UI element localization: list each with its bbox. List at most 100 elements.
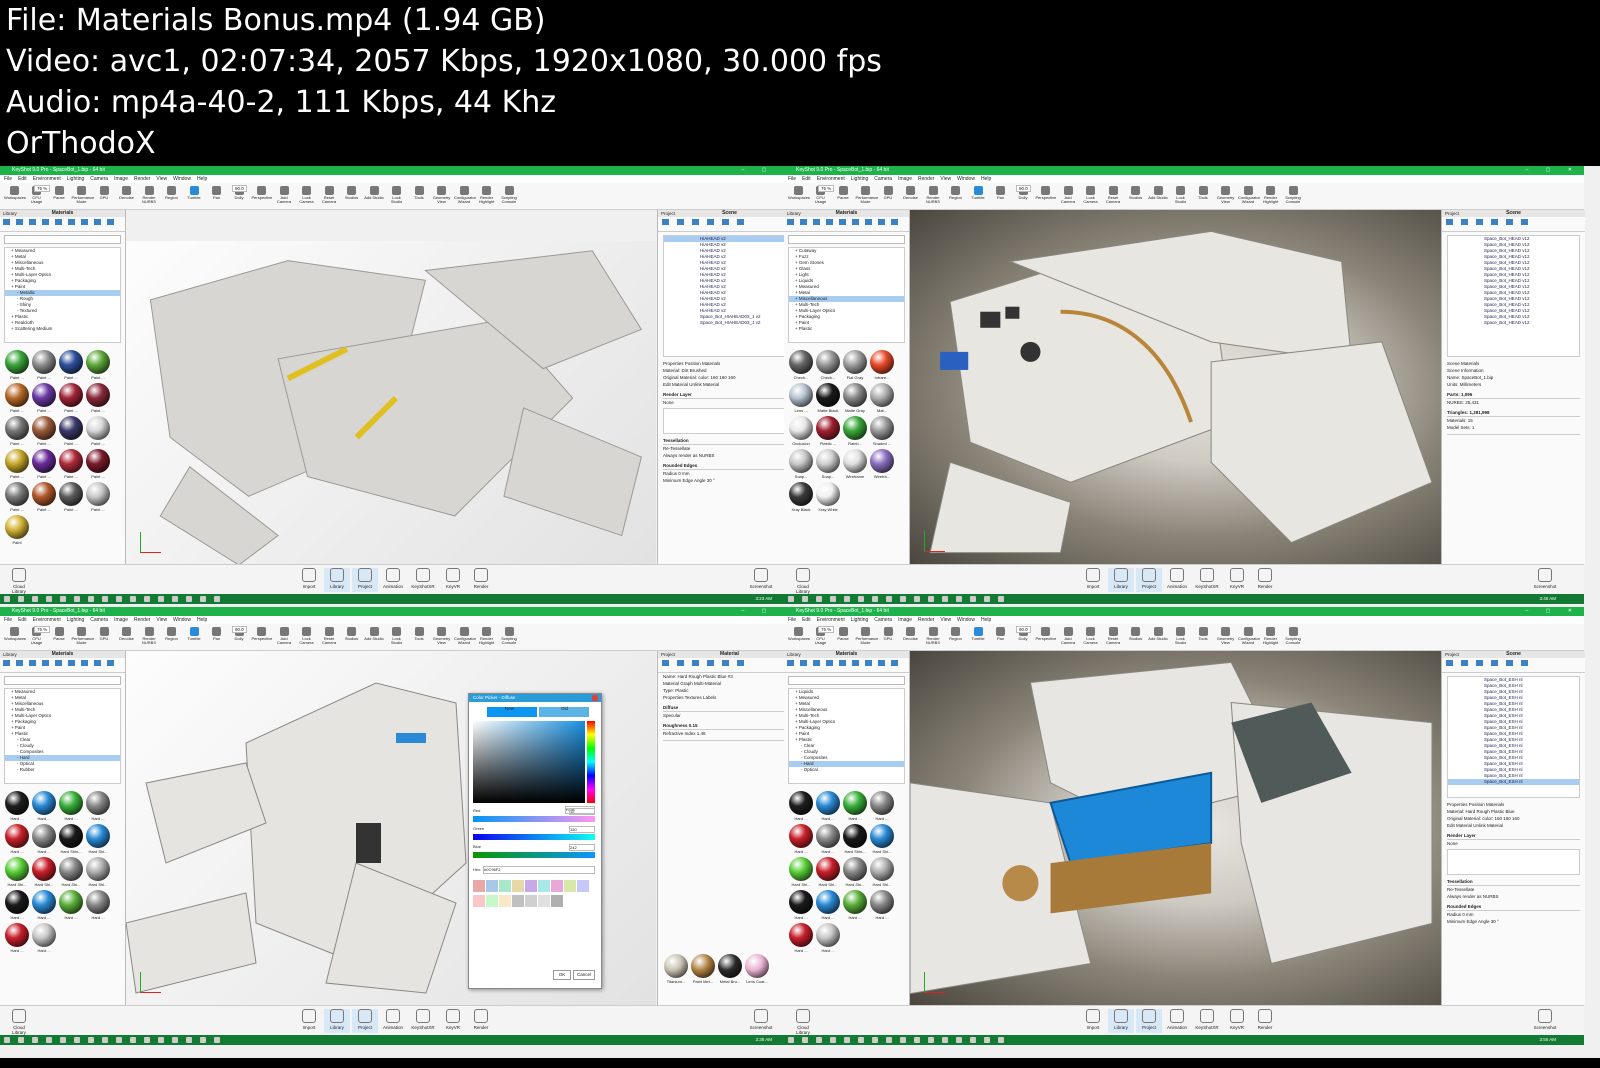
taskbar-app-icon[interactable] xyxy=(942,596,948,602)
ribbon-button-render[interactable]: Render xyxy=(468,568,494,589)
palette-swatch[interactable] xyxy=(473,880,485,892)
toolbar-button-geometry-view[interactable]: Geometry View xyxy=(1216,626,1236,648)
toolbar-button-tumble[interactable]: Tumble xyxy=(184,626,204,648)
project-tab-icon[interactable] xyxy=(707,660,714,666)
project-tab-icon[interactable] xyxy=(1491,660,1498,666)
menu-item-environment[interactable]: Environment xyxy=(33,617,61,623)
library-tab-icon[interactable] xyxy=(55,219,62,225)
palette-swatch[interactable] xyxy=(486,895,498,907)
library-tab-icon[interactable] xyxy=(826,660,833,666)
library-tab-icon[interactable] xyxy=(878,660,885,666)
taskbar-app-icon[interactable] xyxy=(200,596,206,602)
palette-swatch[interactable] xyxy=(512,895,524,907)
toolbar-button-add-studio[interactable]: Add Studio xyxy=(1148,626,1168,648)
project-tab-icon[interactable] xyxy=(1521,219,1528,225)
radius-field[interactable]: Radius 0 mm xyxy=(1447,911,1580,918)
material-swatch[interactable]: Matte Black xyxy=(815,382,841,414)
toolbar-button-tools[interactable]: Tools xyxy=(409,185,429,207)
zoom-field[interactable]: 75 % xyxy=(818,626,835,633)
props-tabs[interactable]: Name: Hard Rough Plastic Blue #3 xyxy=(663,673,796,680)
blue-value-field[interactable]: 242 xyxy=(569,844,595,851)
library-tab-icon[interactable] xyxy=(42,219,49,225)
material-swatch[interactable]: Paint ... xyxy=(31,382,57,414)
material-swatch[interactable]: Wireframe xyxy=(842,448,868,480)
taskbar-app-icon[interactable] xyxy=(32,1037,38,1043)
material-swatch[interactable]: Hard ... xyxy=(842,790,868,822)
material-swatch[interactable]: Paint ... xyxy=(85,481,111,513)
render-viewport[interactable] xyxy=(910,210,1442,564)
toolbar-button-performance-mode[interactable]: Performance Mode xyxy=(856,185,878,207)
toolbar-button-add-studio[interactable]: Add Studio xyxy=(364,626,384,648)
library-tab-icon[interactable] xyxy=(3,219,10,225)
toolbar-button-pause[interactable]: Pause xyxy=(49,185,69,207)
material-swatch[interactable]: Hard Shi... xyxy=(4,856,30,888)
menu-item-file[interactable]: File xyxy=(788,617,796,623)
library-tab-icon[interactable] xyxy=(852,219,859,225)
project-tab-icon[interactable] xyxy=(662,219,669,225)
scene-tree-item[interactable]: Space_Bot_HIAHEAD03_1 v2 xyxy=(664,320,795,326)
taskbar-app-icon[interactable] xyxy=(102,1037,108,1043)
toolbar-button-gpu[interactable]: GPU xyxy=(878,185,898,207)
toolbar-button-performance-mode[interactable]: Performance Mode xyxy=(72,626,94,648)
library-tab-icon[interactable] xyxy=(3,660,10,666)
render-layer-none[interactable]: None xyxy=(1447,840,1580,847)
project-tab-icon[interactable] xyxy=(707,219,714,225)
taskbar-app-icon[interactable] xyxy=(200,1037,206,1043)
ribbon-button-animation[interactable]: Animation xyxy=(1164,1009,1190,1030)
taskbar-app-icon[interactable] xyxy=(928,1037,934,1043)
taskbar-app-icon[interactable] xyxy=(984,1037,990,1043)
ribbon-button-project[interactable]: Project xyxy=(1136,1009,1162,1033)
cancel-button[interactable]: Cancel xyxy=(573,970,595,980)
toolbar-button-geometry-view[interactable]: Geometry View xyxy=(432,185,452,207)
ribbon-button-animation[interactable]: Animation xyxy=(380,568,406,589)
material-swatch[interactable]: Hard ... xyxy=(4,922,30,954)
ribbon-button-keyshotxr[interactable]: KeyShotXR xyxy=(410,1009,436,1030)
ribbon-button-library[interactable]: Library xyxy=(324,568,350,592)
menu-item-lighting[interactable]: Lighting xyxy=(67,617,85,623)
material-swatch[interactable]: Matte Gray xyxy=(842,382,868,414)
toolbar-button-tumble[interactable]: Tumble xyxy=(184,185,204,207)
material-swatch[interactable]: Wirefra... xyxy=(869,448,895,480)
menu-item-help[interactable]: Help xyxy=(981,176,991,182)
library-tab-icon[interactable] xyxy=(107,219,114,225)
taskbar-app-icon[interactable] xyxy=(214,596,220,602)
ribbon-button-render[interactable]: Render xyxy=(1252,568,1278,589)
project-tab-icon[interactable] xyxy=(1506,219,1513,225)
library-tab-icon[interactable] xyxy=(787,660,794,666)
scene-tree-item[interactable]: Space_Bot_HEAD v12 xyxy=(1448,320,1579,326)
menu-item-camera[interactable]: Camera xyxy=(90,176,108,182)
always-nurbs-checkbox[interactable]: Always render as NURBS xyxy=(663,452,796,459)
toolbar-button-reset-camera[interactable]: Reset Camera xyxy=(1103,626,1123,648)
toolbar-button-tumble[interactable]: Tumble xyxy=(968,626,988,648)
retessellate-button[interactable]: Materials: 15 xyxy=(1447,417,1580,424)
retessellate-button[interactable]: Refractive Index 1.46 xyxy=(663,730,796,737)
ribbon-button-import[interactable]: Import xyxy=(1080,568,1106,589)
toolbar-button-pan[interactable]: Pan xyxy=(991,626,1011,648)
toolbar-button-render-highlight[interactable]: Render Highlight xyxy=(1261,185,1281,207)
library-tab-icon[interactable] xyxy=(813,219,820,225)
menu-item-render[interactable]: Render xyxy=(134,176,150,182)
toolbar-button-geometry-view[interactable]: Geometry View xyxy=(1216,185,1236,207)
ribbon-button-keyshotxr[interactable]: KeyShotXR xyxy=(1194,1009,1220,1030)
toolbar-button-pan[interactable]: Pan xyxy=(207,185,227,207)
project-tab-icon[interactable] xyxy=(1476,219,1483,225)
palette-swatch[interactable] xyxy=(525,880,537,892)
toolbar-button-region[interactable]: Region xyxy=(946,626,966,648)
material-swatch[interactable]: Hard ... xyxy=(31,889,57,921)
material-swatch[interactable]: Hard ... xyxy=(788,922,814,954)
toolbar-button-lock-studio[interactable]: Lock Studio xyxy=(1171,626,1191,648)
material-swatch[interactable]: Hard ... xyxy=(869,790,895,822)
radius-field[interactable]: Radius 0 mm xyxy=(663,470,796,477)
menu-item-camera[interactable]: Camera xyxy=(90,617,108,623)
palette-swatch[interactable] xyxy=(564,880,576,892)
material-swatch[interactable]: Paint ... xyxy=(31,448,57,480)
material-swatch[interactable]: Hard Shin... xyxy=(58,823,84,855)
menu-item-image[interactable]: Image xyxy=(898,176,912,182)
preview-swatch[interactable]: Metal Bru... xyxy=(717,953,743,985)
library-tab-icon[interactable] xyxy=(800,219,807,225)
taskbar-app-icon[interactable] xyxy=(18,1037,24,1043)
library-tab-icon[interactable] xyxy=(878,219,885,225)
library-tab-icon[interactable] xyxy=(29,219,36,225)
taskbar-app-icon[interactable] xyxy=(956,596,962,602)
toolbar-button-workspaces[interactable]: Workspaces xyxy=(788,626,810,648)
